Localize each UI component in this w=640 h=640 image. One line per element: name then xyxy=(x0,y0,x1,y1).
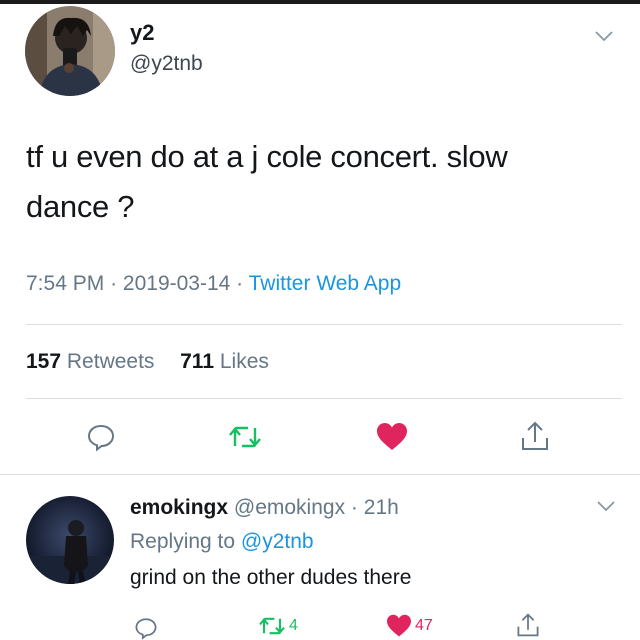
tweet-date[interactable]: 2019-03-14 xyxy=(123,272,230,295)
divider xyxy=(0,474,640,475)
reply-like-count: 47 xyxy=(415,617,433,634)
chevron-down-icon[interactable] xyxy=(594,30,614,42)
retweets-stat[interactable]: 157 Retweets xyxy=(26,350,160,373)
tweet-time[interactable]: 7:54 PM xyxy=(26,272,104,295)
speech-bubble-icon xyxy=(135,618,157,640)
divider xyxy=(26,324,622,325)
tweet-source[interactable]: Twitter Web App xyxy=(249,272,402,295)
reply-handle[interactable]: @emokingx xyxy=(234,496,345,519)
meta-separator: · xyxy=(236,272,244,295)
heart-icon xyxy=(377,423,407,450)
reply-header: emokingx @emokingx · 21h xyxy=(130,496,399,520)
user-handle[interactable]: @y2tnb xyxy=(130,52,203,76)
reply-text: grind on the other dudes there xyxy=(130,566,412,589)
reply-display-name[interactable]: emokingx xyxy=(130,496,228,519)
reply-button[interactable] xyxy=(86,422,116,452)
reply-reply-button[interactable] xyxy=(134,616,158,640)
meta-separator: · xyxy=(110,272,118,295)
replying-to: Replying to @y2tnb xyxy=(130,530,314,554)
retweet-label: Retweets xyxy=(66,350,155,373)
replying-mention[interactable]: @y2tnb xyxy=(241,530,314,553)
tweet-text: tf u even do at a j cole concert. slow d… xyxy=(26,132,616,232)
reply-retweet-button[interactable]: 4 xyxy=(258,614,298,638)
tweet-meta: 7:54 PM · 2019-03-14 · Twitter Web App xyxy=(26,272,401,296)
replying-label: Replying to xyxy=(130,530,236,553)
divider xyxy=(26,398,622,399)
share-arrow-icon xyxy=(522,421,548,450)
share-arrow-icon xyxy=(517,613,539,637)
like-count: 711 xyxy=(180,350,215,373)
reply-share-button[interactable] xyxy=(516,612,540,638)
heart-icon xyxy=(387,614,411,637)
like-label: Likes xyxy=(219,350,269,373)
user-avatar[interactable] xyxy=(25,6,115,96)
share-button[interactable] xyxy=(520,420,550,452)
retweet-count: 157 xyxy=(26,350,62,373)
retweet-arrows-icon xyxy=(229,426,261,448)
like-button[interactable] xyxy=(376,422,408,452)
chevron-down-icon[interactable] xyxy=(596,500,616,512)
reply-time[interactable]: 21h xyxy=(364,496,399,519)
tweet-text-line: dance ? xyxy=(26,189,135,224)
tweet-stats: 157 Retweets 711 Likes xyxy=(26,350,269,374)
reply-user-avatar[interactable] xyxy=(26,496,114,584)
tweet-text-line: tf u even do at a j cole concert. slow xyxy=(26,139,508,174)
display-name[interactable]: y2 xyxy=(130,20,154,46)
top-edge-line xyxy=(0,0,640,4)
meta-separator: · xyxy=(350,496,358,519)
reply-retweet-count: 4 xyxy=(289,617,298,634)
retweet-button[interactable] xyxy=(228,422,262,452)
likes-stat[interactable]: 711 Likes xyxy=(180,350,269,373)
speech-bubble-icon xyxy=(87,424,115,452)
reply-like-button[interactable]: 47 xyxy=(386,614,433,638)
retweet-arrows-icon xyxy=(259,617,285,635)
